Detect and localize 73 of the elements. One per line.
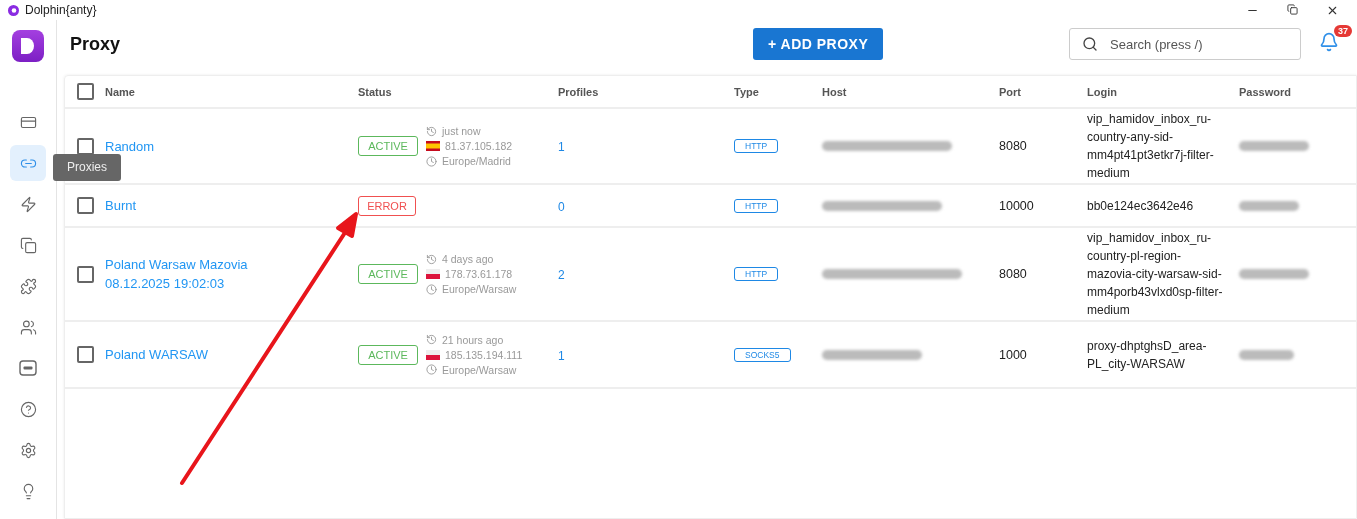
column-header: Host <box>822 85 848 98</box>
lightning-icon <box>19 195 37 213</box>
ip-address: 178.73.61.178 <box>445 268 513 280</box>
port-cell-text: 8080 <box>999 138 1028 155</box>
blurred-password <box>1239 200 1299 211</box>
proxy-name-link[interactable]: Burnt <box>105 196 358 215</box>
status-chip: ACTIVE <box>358 344 418 365</box>
profiles-count-link[interactable]: 1 <box>558 140 565 154</box>
port-cell-text: 8080 <box>999 266 1028 283</box>
restore-icon[interactable] <box>1287 3 1298 15</box>
history-icon <box>426 334 437 345</box>
proxy-name-link[interactable]: Poland Warsaw Mazovia 08.12.2025 19:02:03 <box>105 255 358 293</box>
clock-icon <box>426 155 437 167</box>
column-header: Type <box>734 85 760 98</box>
copy-icon <box>19 236 37 254</box>
last-check-time: 4 days ago <box>442 253 494 265</box>
column-header: Port <box>999 85 1022 98</box>
timezone: Europe/Warsaw <box>442 363 517 376</box>
blurred-password <box>1239 141 1309 151</box>
profiles-count-link[interactable]: 0 <box>558 199 565 214</box>
timezone: Europe/Warsaw <box>442 283 517 295</box>
proxy-type-tag: HTTP <box>734 198 779 213</box>
column-header: Name <box>105 85 136 98</box>
clock-icon <box>426 283 437 295</box>
history-icon <box>426 125 437 137</box>
timezone: Europe/Madrid <box>442 155 511 167</box>
login-cell-text: vip_hamidov_inbox_ru-country-pl-region-mazovia-city-warsaw-sid-mm4porb43vlxd0sp-filter-medium <box>1087 230 1224 319</box>
tooltip: Proxies <box>53 154 121 181</box>
puzzle-icon <box>19 277 37 295</box>
settings-icon <box>19 441 37 459</box>
row-checkbox[interactable] <box>77 197 94 214</box>
proxy-type-tag: HTTP <box>734 139 779 153</box>
ip-address: 81.37.105.182 <box>445 140 513 152</box>
column-header: Profiles <box>558 85 600 98</box>
history-icon <box>426 253 437 265</box>
column-header: Login <box>1087 85 1118 98</box>
page-title: Proxy <box>70 33 121 55</box>
proxy-name-link[interactable]: Random <box>105 136 358 156</box>
status-chip: ERROR <box>358 195 416 216</box>
window-title: Dolphin{anty} <box>25 3 97 17</box>
last-check-time: 21 hours ago <box>442 333 504 346</box>
proxy-type-tag: SOCKS5 <box>734 347 791 362</box>
select-all-checkbox[interactable] <box>77 83 94 100</box>
ip-address: 185.135.194.111 <box>445 348 523 361</box>
clock-icon <box>426 364 437 375</box>
port-cell-text: 10000 <box>999 197 1035 215</box>
help-icon <box>19 400 37 418</box>
add-proxy-button[interactable]: + ADD PROXY <box>753 28 884 60</box>
blurred-password <box>1239 269 1309 279</box>
app-logo <box>12 30 44 62</box>
row-checkbox[interactable] <box>77 346 94 363</box>
app-logo-icon <box>8 4 19 16</box>
row-checkbox[interactable] <box>77 137 94 155</box>
login-cell-text: proxy-dhptghsD_area-PL_city-WARSAW <box>1087 337 1208 373</box>
port-cell-text: 1000 <box>999 346 1028 364</box>
search-box[interactable]: Search (press /) <box>1069 28 1301 60</box>
users-icon <box>19 318 37 336</box>
notifications-icon[interactable] <box>1319 32 1339 52</box>
search-icon <box>1082 36 1098 52</box>
login-cell-text: vip_hamidov_inbox_ru-country-any-sid-mm4pt41pt3etkr7j-filter-medium <box>1087 111 1215 182</box>
login-cell-text: bb0e124ec3642e46 <box>1087 197 1195 215</box>
last-check-time: just now <box>442 125 481 137</box>
blurred-password <box>1239 349 1294 360</box>
proxy-type-tag: HTTP <box>734 267 779 281</box>
status-chip: ACTIVE <box>358 264 418 284</box>
column-header: Status <box>358 85 393 98</box>
profiles-count-link[interactable]: 1 <box>558 348 565 363</box>
profiles-count-link[interactable]: 2 <box>558 268 565 282</box>
proxy-name-link[interactable]: Poland WARSAW <box>105 345 358 364</box>
notification-count: 37 <box>1334 25 1352 37</box>
status-chip: ACTIVE <box>358 136 418 156</box>
column-header: Password <box>1239 85 1292 98</box>
row-checkbox[interactable] <box>77 265 94 283</box>
